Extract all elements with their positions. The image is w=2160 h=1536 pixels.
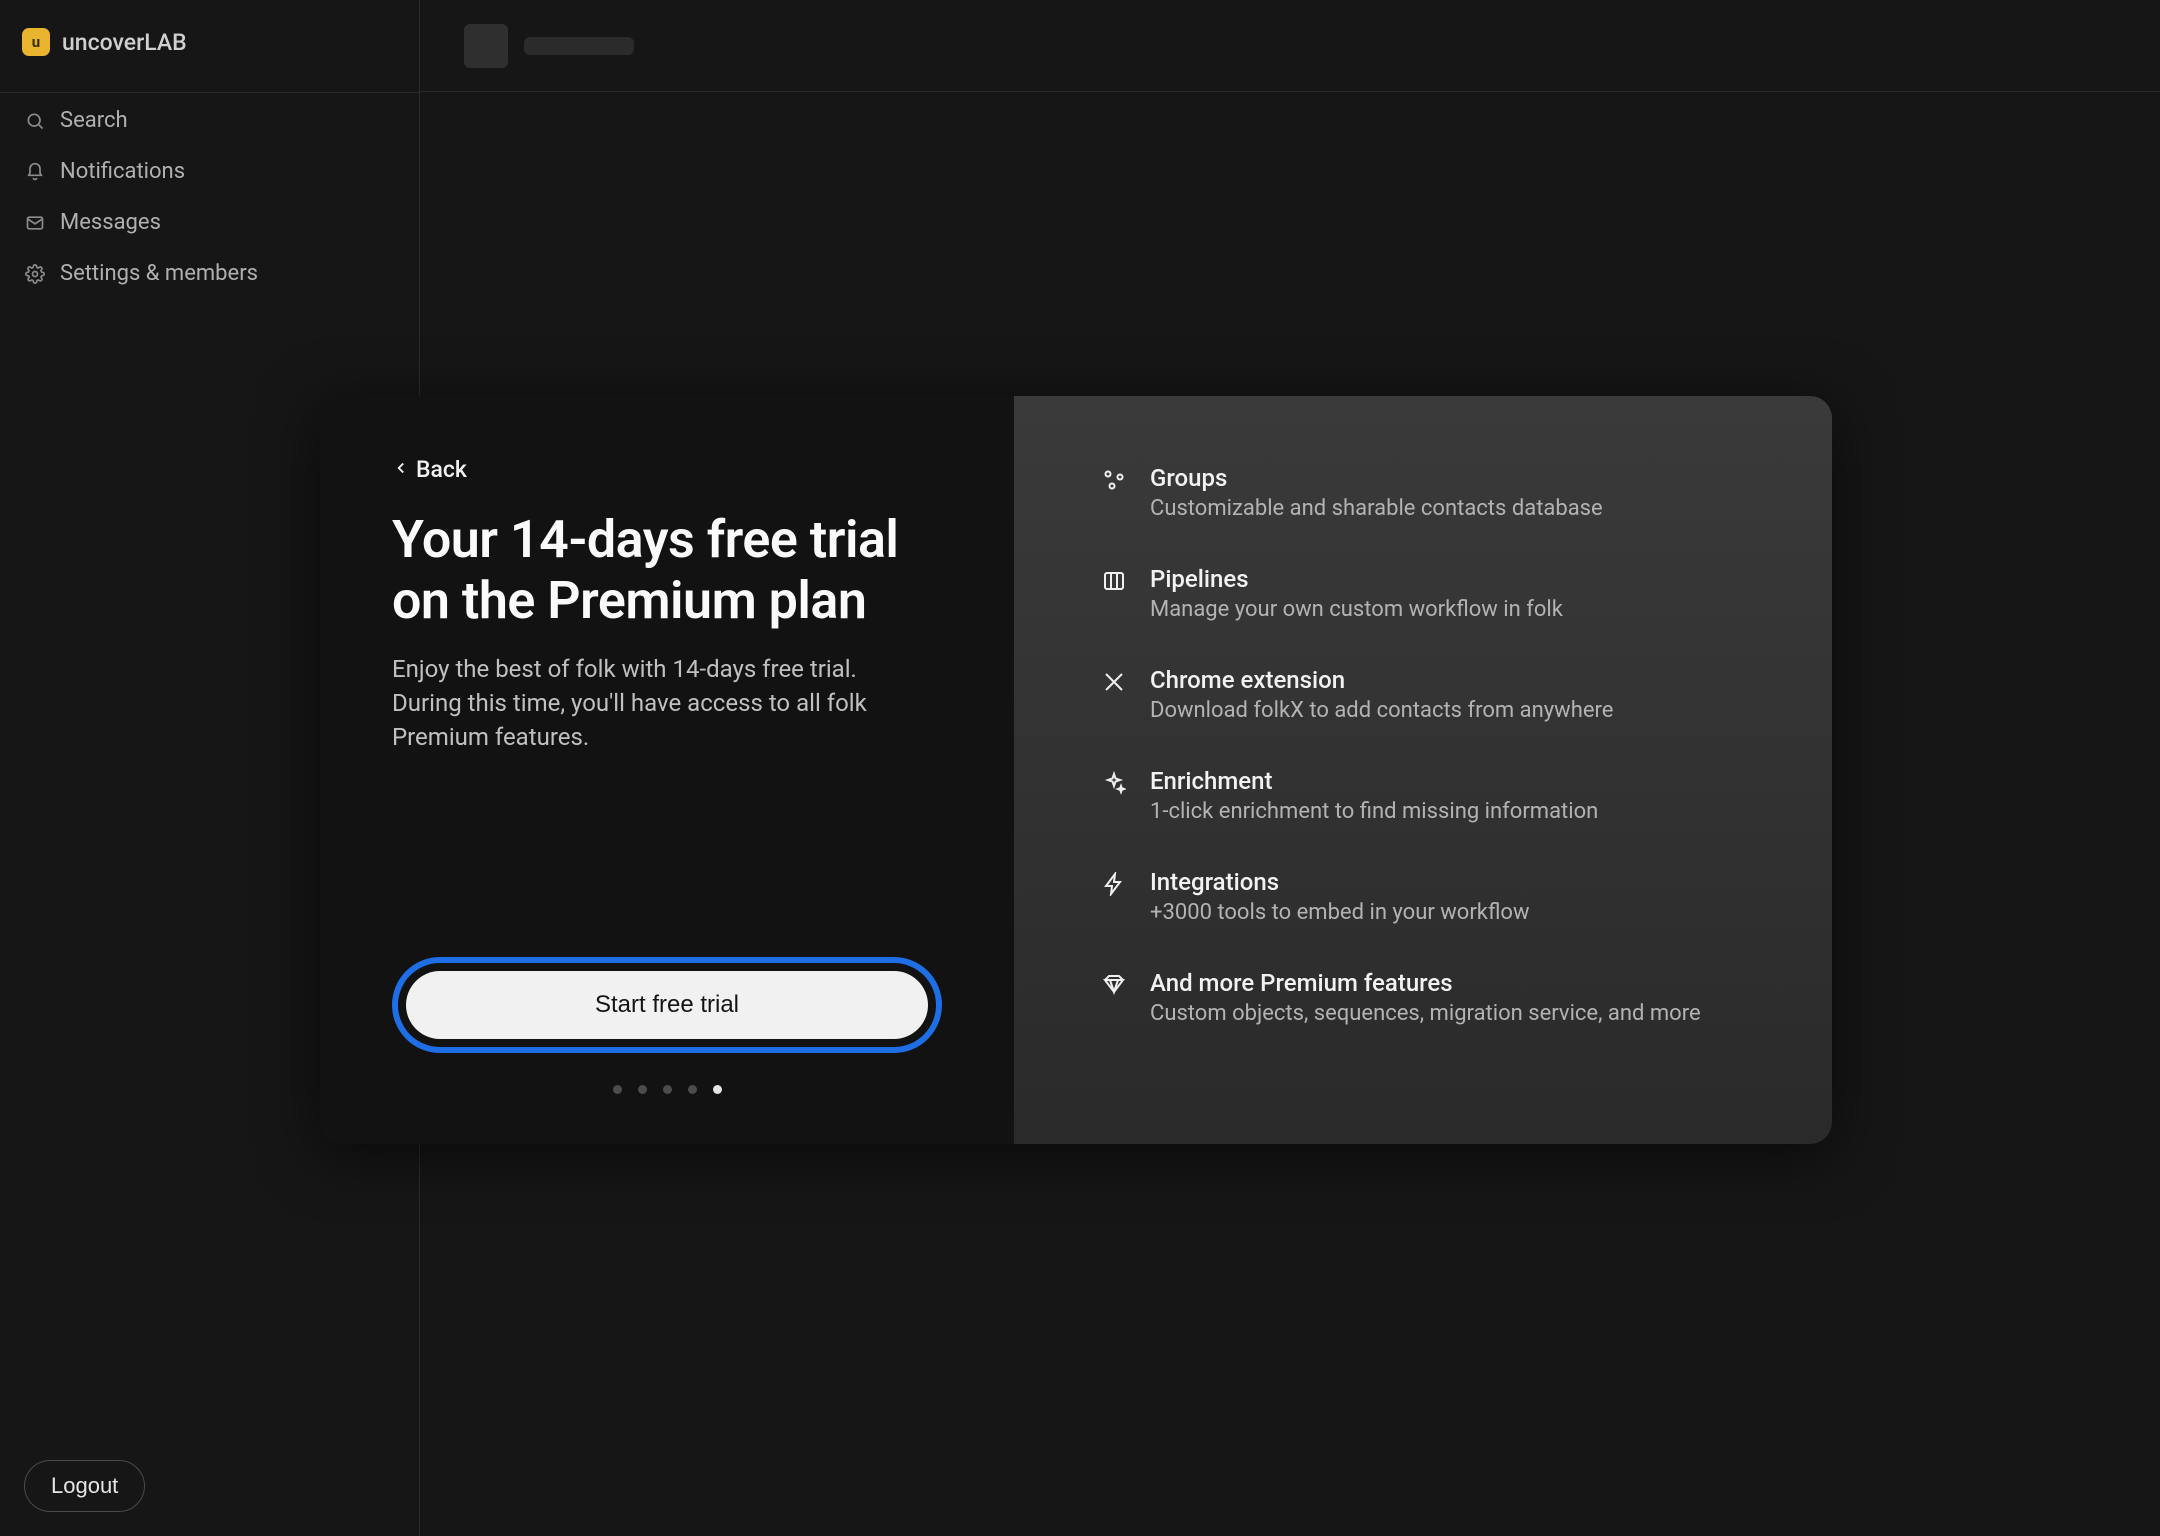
feature-title: Chrome extension [1150, 666, 1613, 694]
feature-item: Enrichment 1-click enrichment to find mis… [1100, 767, 1756, 824]
workspace-badge: u [22, 28, 50, 56]
feature-desc: Download folkX to add contacts from anyw… [1150, 698, 1613, 723]
sidebar-item-settings[interactable]: Settings & members [10, 249, 409, 298]
feature-desc: 1-click enrichment to find missing infor… [1150, 799, 1598, 824]
sidebar-top-divider [0, 92, 420, 93]
cta-focus-ring: Start free trial [392, 957, 942, 1053]
step-dot[interactable] [638, 1085, 647, 1094]
sidebar-nav: Search Notifications Messages Settings &… [0, 80, 419, 314]
x-icon [1100, 668, 1128, 696]
feature-title: Groups [1150, 464, 1603, 492]
gear-icon [24, 263, 46, 285]
step-dot[interactable] [713, 1085, 722, 1094]
feature-item: Chrome extension Download folkX to add co… [1100, 666, 1756, 723]
feature-text: And more Premium features Custom objects,… [1150, 969, 1701, 1026]
mail-icon [24, 212, 46, 234]
workspace-switcher[interactable]: u uncoverLAB [0, 14, 419, 80]
back-label: Back [416, 456, 467, 483]
topbar-avatar-skeleton [464, 24, 508, 68]
bell-icon [24, 161, 46, 183]
modal-subtitle: Enjoy the best of folk with 14-days free… [392, 652, 932, 754]
step-dot[interactable] [663, 1085, 672, 1094]
feature-desc: Customizable and sharable contacts datab… [1150, 496, 1603, 521]
start-free-trial-button[interactable]: Start free trial [406, 971, 928, 1039]
feature-text: Integrations +3000 tools to embed in your… [1150, 868, 1530, 925]
feature-title: Enrichment [1150, 767, 1598, 795]
cta-wrap: Start free trial [392, 957, 942, 1094]
step-dot[interactable] [613, 1085, 622, 1094]
feature-title: Integrations [1150, 868, 1530, 896]
logout-wrap: Logout [0, 1436, 419, 1536]
feature-item: And more Premium features Custom objects,… [1100, 969, 1756, 1026]
feature-item: Pipelines Manage your own custom workflow… [1100, 565, 1756, 622]
topbar [420, 0, 2160, 92]
modal-right-panel: Groups Customizable and sharable contacts… [1014, 396, 1832, 1144]
feature-title: Pipelines [1150, 565, 1563, 593]
feature-item: Groups Customizable and sharable contacts… [1100, 464, 1756, 521]
chevron-left-icon [392, 456, 410, 483]
workspace-name: uncoverLAB [62, 29, 187, 56]
diamond-icon [1100, 971, 1128, 999]
feature-text: Groups Customizable and sharable contacts… [1150, 464, 1603, 521]
groups-icon [1100, 466, 1128, 494]
logout-button[interactable]: Logout [24, 1460, 145, 1512]
back-button[interactable]: Back [392, 456, 942, 483]
sidebar-item-label: Settings & members [60, 261, 258, 286]
feature-desc: Custom objects, sequences, migration ser… [1150, 1001, 1701, 1026]
feature-text: Chrome extension Download folkX to add co… [1150, 666, 1613, 723]
feature-text: Enrichment 1-click enrichment to find mis… [1150, 767, 1598, 824]
sidebar-item-label: Messages [60, 210, 161, 235]
sidebar-item-search[interactable]: Search [10, 96, 409, 145]
modal-title: Your 14-days free trial on the Premium p… [392, 509, 932, 632]
sidebar-item-label: Notifications [60, 159, 185, 184]
search-icon [24, 110, 46, 132]
feature-text: Pipelines Manage your own custom workflow… [1150, 565, 1563, 622]
modal-left-panel: Back Your 14-days free trial on the Prem… [320, 396, 1014, 1144]
feature-item: Integrations +3000 tools to embed in your… [1100, 868, 1756, 925]
kanban-icon [1100, 567, 1128, 595]
feature-desc: Manage your own custom workflow in folk [1150, 597, 1563, 622]
onboarding-modal: Back Your 14-days free trial on the Prem… [320, 396, 1832, 1144]
sidebar-item-notifications[interactable]: Notifications [10, 147, 409, 196]
feature-desc: +3000 tools to embed in your workflow [1150, 900, 1530, 925]
sidebar-item-messages[interactable]: Messages [10, 198, 409, 247]
step-dots [392, 1085, 942, 1094]
sidebar-item-label: Search [60, 108, 128, 133]
feature-title: And more Premium features [1150, 969, 1701, 997]
topbar-text-skeleton [524, 37, 634, 55]
step-dot[interactable] [688, 1085, 697, 1094]
lightning-icon [1100, 870, 1128, 898]
sparkle-icon [1100, 769, 1128, 797]
